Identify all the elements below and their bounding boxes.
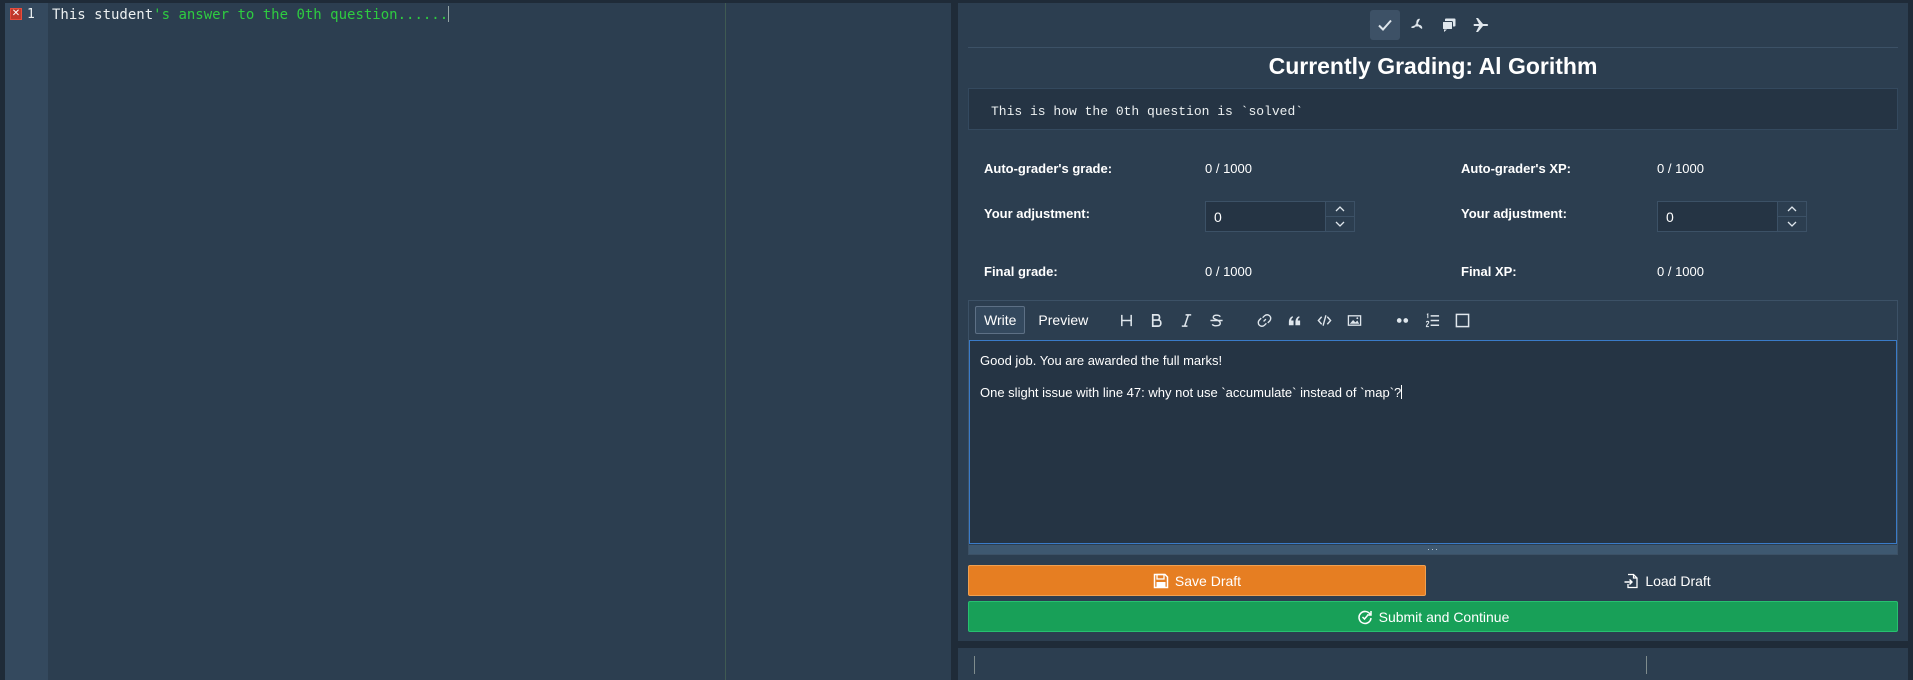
xp-adjustment-label: Your adjustment: — [1461, 206, 1567, 221]
code-editor[interactable]: ✕ 1 This student's answer to the 0th que… — [5, 3, 951, 680]
link-icon[interactable] — [1249, 306, 1279, 334]
grading-panel: Currently Grading: Al Gorithm This is ho… — [958, 3, 1908, 641]
text-cursor — [448, 6, 450, 22]
stepper-buttons — [1777, 201, 1807, 232]
auto-grade-value: 0 / 1000 — [1205, 161, 1252, 176]
code-icon[interactable] — [1309, 306, 1339, 334]
quote-icon[interactable] — [1279, 306, 1309, 334]
text-cursor — [1401, 385, 1403, 399]
comment-editor: Write Preview Good job. You are awarded … — [968, 300, 1898, 555]
final-grade-label: Final grade: — [984, 264, 1058, 279]
resize-handle[interactable]: ··· — [969, 545, 1897, 554]
page-title: Currently Grading: Al Gorithm — [1268, 53, 1598, 79]
decrement-button[interactable] — [1326, 216, 1354, 231]
solution-box: This is how the 0th question is `solved` — [968, 88, 1898, 130]
comment-line: Good job. You are awarded the full marks… — [980, 353, 1223, 368]
editor-gutter: ✕ 1 — [5, 3, 48, 680]
final-grade-value: 0 / 1000 — [1205, 264, 1252, 279]
submit-label: Submit and Continue — [1378, 608, 1510, 625]
check-icon[interactable] — [1370, 10, 1400, 40]
italic-icon[interactable] — [1171, 306, 1201, 334]
comment-line-text: One slight issue with line 47: why not u… — [980, 385, 1402, 400]
save-draft-button[interactable]: Save Draft — [968, 565, 1426, 596]
increment-button[interactable] — [1778, 202, 1806, 216]
image-icon[interactable] — [1339, 306, 1369, 334]
increment-button[interactable] — [1326, 202, 1354, 216]
comment-line: One slight issue with line 47: why not u… — [980, 385, 1886, 401]
ordered-list-icon[interactable] — [1417, 306, 1447, 334]
comments-icon[interactable] — [1434, 10, 1464, 40]
panel-toolbar — [958, 3, 1908, 47]
status-bar — [958, 648, 1908, 680]
strikethrough-icon[interactable] — [1201, 306, 1231, 334]
fan-icon[interactable] — [1402, 10, 1432, 40]
chevron-down-icon — [1335, 221, 1345, 227]
auto-xp-label: Auto-grader's XP: — [1461, 161, 1571, 176]
grade-adjustment-stepper — [1205, 201, 1355, 232]
final-xp-value: 0 / 1000 — [1657, 264, 1704, 279]
chevron-up-icon — [1787, 206, 1797, 212]
load-draft-label: Load Draft — [1645, 572, 1711, 589]
grip-dots: ··· — [1427, 544, 1439, 554]
save-draft-label: Save Draft — [1174, 572, 1242, 589]
code-line[interactable]: This student's answer to the 0th questio… — [52, 6, 450, 23]
checkbox-icon[interactable] — [1447, 306, 1477, 334]
status-divider — [974, 656, 975, 674]
error-icon: ✕ — [10, 8, 22, 20]
auto-xp-value: 0 / 1000 — [1657, 161, 1704, 176]
tab-preview[interactable]: Preview — [1029, 306, 1097, 334]
editor-toolbar: Write Preview — [969, 301, 1897, 339]
bold-icon[interactable] — [1141, 306, 1171, 334]
save-icon — [1153, 573, 1169, 589]
gutter-line: ✕ 1 — [5, 3, 48, 25]
file-import-icon — [1623, 573, 1639, 589]
divider — [968, 47, 1898, 48]
final-xp-label: Final XP: — [1461, 264, 1517, 279]
status-divider — [1646, 656, 1647, 674]
line-number: 1 — [27, 6, 35, 22]
heading-icon[interactable] — [1111, 306, 1141, 334]
print-margin — [725, 3, 726, 680]
grade-adjustment-label: Your adjustment: — [984, 206, 1090, 221]
xp-adjustment-stepper — [1657, 201, 1807, 232]
refresh-check-icon — [1357, 609, 1373, 625]
code-string-literal: 's answer to the 0th question...... — [153, 7, 449, 23]
stepper-buttons — [1325, 201, 1355, 232]
xp-adjustment-input[interactable] — [1657, 201, 1777, 232]
solution-text: This is how the 0th question is `solved` — [991, 104, 1304, 119]
load-draft-button[interactable]: Load Draft — [1436, 565, 1898, 596]
auto-grade-label: Auto-grader's grade: — [984, 161, 1113, 176]
decrement-button[interactable] — [1778, 216, 1806, 231]
submit-and-continue-button[interactable]: Submit and Continue — [968, 601, 1898, 632]
grade-adjustment-input[interactable] — [1205, 201, 1325, 232]
plane-icon[interactable] — [1466, 10, 1496, 40]
unordered-list-icon[interactable] — [1387, 306, 1417, 334]
chevron-down-icon — [1787, 221, 1797, 227]
comment-textarea[interactable]: Good job. You are awarded the full marks… — [969, 340, 1897, 544]
tab-write[interactable]: Write — [975, 306, 1026, 334]
code-text: This student — [52, 7, 154, 23]
chevron-up-icon — [1335, 206, 1345, 212]
